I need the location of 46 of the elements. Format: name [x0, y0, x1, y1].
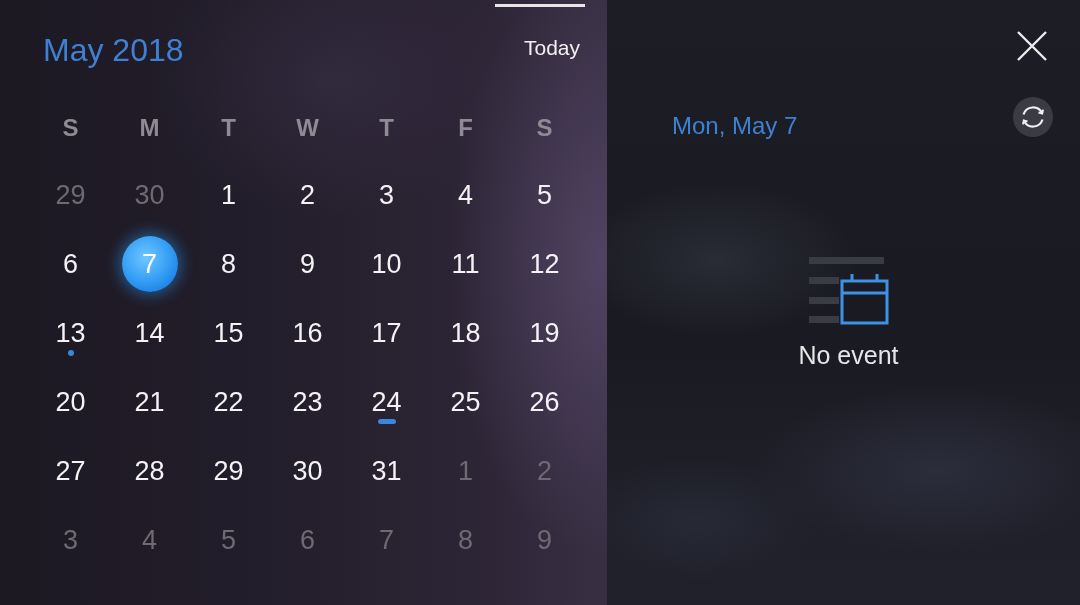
calendar-day[interactable]: 31 — [371, 455, 402, 486]
calendar-day[interactable]: 17 — [371, 317, 402, 348]
calendar-day[interactable]: 29 — [213, 455, 244, 486]
calendar-day[interactable]: 23 — [292, 386, 323, 417]
calendar-day[interactable]: 11 — [451, 248, 480, 279]
calendar-day[interactable]: 18 — [450, 317, 481, 348]
weekday-label: F — [458, 114, 473, 142]
calendar-day[interactable]: 21 — [134, 386, 165, 417]
today-button[interactable]: Today — [523, 35, 580, 61]
calendar-day[interactable]: 25 — [450, 386, 481, 417]
selected-date: Mon, May 7 — [672, 112, 798, 140]
calendar-day[interactable]: 4 — [458, 179, 473, 210]
weekday-label: T — [221, 114, 236, 142]
calendar-day[interactable]: 10 — [371, 248, 402, 279]
weekday-label: M — [139, 114, 160, 142]
calendar-day[interactable]: 20 — [55, 386, 86, 417]
calendar-day[interactable]: 12 — [529, 248, 560, 279]
refresh-button[interactable] — [1013, 97, 1053, 137]
calendar-day[interactable]: 27 — [55, 455, 86, 486]
calendar-day[interactable]: 24 — [371, 386, 402, 417]
calendar-day[interactable]: 13 — [55, 317, 86, 348]
calendar-day[interactable]: 3 — [379, 179, 394, 210]
calendar-day[interactable]: 9 — [300, 248, 315, 279]
calendar-day[interactable]: 30 — [292, 455, 323, 486]
calendar-day[interactable]: 28 — [134, 455, 165, 486]
calendar-day[interactable]: 1 — [221, 179, 236, 210]
close-icon — [1017, 31, 1047, 61]
empty-state-text: No event — [798, 341, 899, 369]
calendar-day[interactable]: 2 — [300, 179, 315, 210]
calendar-day[interactable]: 14 — [134, 317, 165, 348]
calendar-icon — [808, 255, 889, 325]
weekday-label: S — [62, 114, 79, 142]
weekday-label: S — [536, 114, 553, 142]
refresh-icon — [1013, 97, 1053, 137]
calendar-day[interactable]: 16 — [292, 317, 323, 348]
month-title: May 2018 — [43, 31, 184, 69]
calendar-day[interactable]: 15 — [213, 317, 244, 348]
weekday-label: W — [296, 114, 319, 142]
calendar-day[interactable]: 6 — [63, 248, 78, 279]
close-button[interactable] — [1017, 31, 1047, 61]
calendar-day[interactable]: 26 — [529, 386, 560, 417]
weekday-label: T — [379, 114, 394, 142]
calendar-day[interactable]: 22 — [213, 386, 244, 417]
calendar-day[interactable]: 5 — [537, 179, 552, 210]
calendar-day[interactable]: 19 — [529, 317, 560, 348]
calendar-day[interactable]: 8 — [221, 248, 236, 279]
